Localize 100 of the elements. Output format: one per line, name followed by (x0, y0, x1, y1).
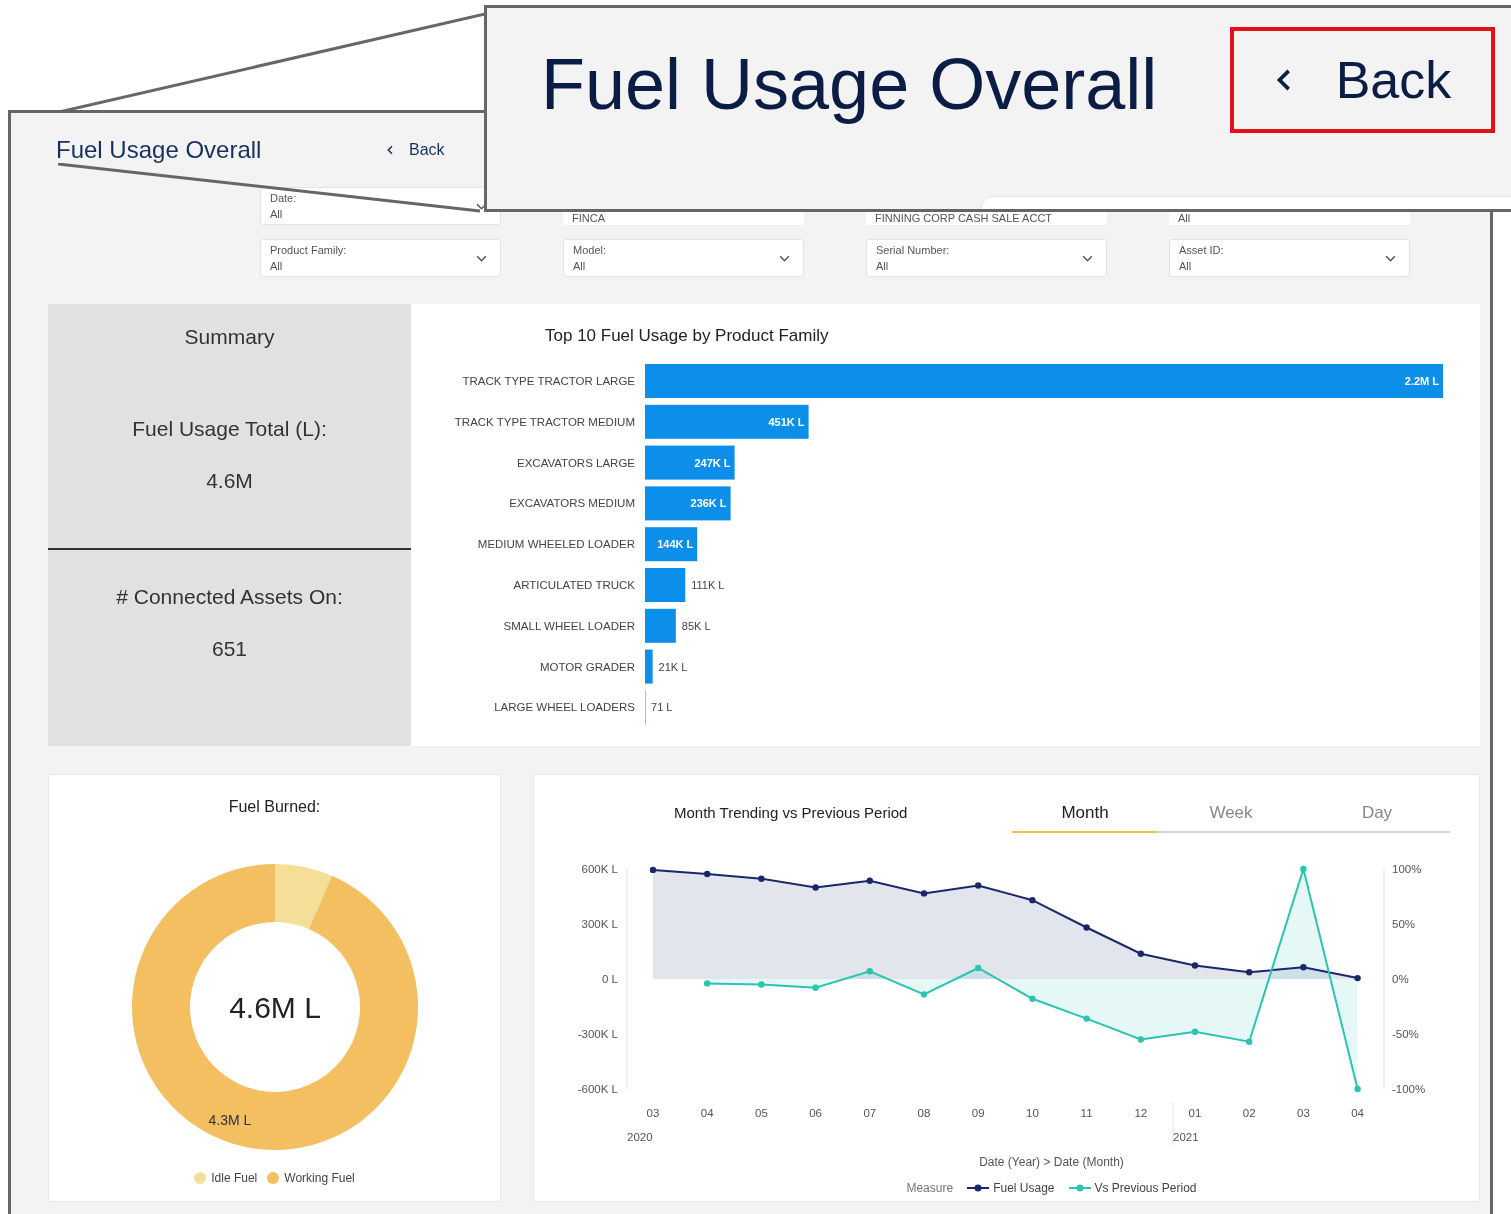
chevron-left-icon (386, 144, 395, 156)
point (1354, 1085, 1361, 1093)
tick-label: 02 (1242, 1107, 1256, 1119)
slice-label: 4.3M L (208, 1112, 251, 1128)
tick-label: 50% (1392, 918, 1416, 930)
category-label: EXCAVATORS LARGE (517, 456, 635, 469)
point (704, 870, 711, 878)
bar (645, 527, 698, 562)
point (812, 984, 819, 991)
point (704, 980, 711, 987)
point (1083, 1015, 1090, 1022)
year-label: 2020 (627, 1131, 653, 1143)
bar-value-label: 111K L (691, 579, 725, 591)
tick-label: 08 (917, 1107, 931, 1119)
tick-label: 300K L (581, 918, 618, 930)
category-label: SMALL WHEEL LOADER (503, 619, 635, 632)
tab[interactable]: Day (1304, 803, 1450, 833)
callout-title: Fuel Usage Overall (541, 43, 1158, 126)
filter-dropdown[interactable]: Serial Number: All (866, 239, 1107, 277)
point (1029, 896, 1036, 904)
category-label: LARGE WHEEL LOADERS (494, 701, 635, 714)
point (649, 866, 657, 874)
tick-label: 04 (1351, 1107, 1364, 1119)
chart-title: Top 10 Fuel Usage by Product Family (545, 326, 830, 346)
point (975, 882, 982, 889)
filter-label: Asset ID: (1179, 243, 1224, 258)
tick-label: 600K L (581, 863, 618, 875)
tick-label: 06 (809, 1107, 822, 1119)
tick-label: 07 (863, 1107, 877, 1119)
legend-line-icon (967, 1183, 990, 1193)
category-label: ARTICULATED TRUCK (513, 579, 635, 591)
point (920, 991, 928, 998)
bar-value-label: 451K L (768, 415, 805, 428)
filter-value: All (270, 259, 284, 274)
category-label: MEDIUM WHEELED LOADER (477, 538, 635, 551)
bar-value-label: 247K L (694, 456, 731, 469)
tab[interactable]: Week (1158, 803, 1304, 833)
category-label: TRACK TYPE TRACTOR MEDIUM (454, 415, 635, 428)
tick-label: 100% (1392, 863, 1422, 875)
point (1246, 1038, 1253, 1045)
tick-label: 11 (1080, 1107, 1093, 1119)
year-label: 2021 (1173, 1131, 1199, 1143)
donut-center-value: 4.6M L (228, 991, 321, 1024)
tick-label: 05 (755, 1107, 768, 1119)
bar-value-label: 236K L (690, 497, 727, 510)
tick-label: 03 (1297, 1107, 1310, 1119)
point (812, 884, 819, 891)
point (1191, 962, 1199, 969)
filter-label: Model: (573, 243, 607, 258)
bar (645, 568, 686, 602)
bar-value-label: 21K L (658, 660, 688, 673)
bar-value-label: 144K L (657, 538, 694, 551)
filter-dropdown[interactable]: Product Family: All (260, 239, 501, 277)
filter-value: All (270, 207, 284, 222)
filter-value: FINNING CORP CASH SALE ACCT (875, 212, 1053, 225)
summary-title: Summary (184, 324, 275, 350)
filter-dropdown[interactable]: Model: All (563, 239, 804, 277)
point (1083, 924, 1090, 931)
bar (645, 649, 653, 684)
legend-label: Fuel Usage (993, 1181, 1055, 1195)
tick-label: 0 L (602, 973, 618, 985)
filter-value: All (1178, 212, 1191, 225)
point (1191, 1028, 1199, 1035)
point (1300, 964, 1307, 971)
point (758, 875, 765, 882)
bar (645, 608, 676, 643)
point (975, 964, 982, 972)
legend-line-icon (1068, 1183, 1091, 1193)
point (1137, 950, 1144, 957)
tick-label: 01 (1188, 1107, 1202, 1119)
category-label: EXCAVATORS MEDIUM (509, 497, 635, 510)
filter-value: All (573, 259, 587, 274)
filter-dropdown[interactable]: Asset ID: All (1169, 239, 1410, 277)
filter-label: Product Family: (270, 243, 347, 258)
tab[interactable]: Month (1012, 803, 1158, 833)
bar-value-label: 71 L (651, 701, 673, 714)
bar-value-label: 85K L (681, 619, 711, 632)
legend-label: Working Fuel (284, 1171, 355, 1185)
point (1246, 969, 1253, 976)
tick-label: -300K L (577, 1028, 618, 1040)
filter-value: All (1179, 259, 1193, 274)
category-label: TRACK TYPE TRACTOR LARGE (462, 375, 635, 387)
tick-label: -100% (1392, 1083, 1426, 1095)
metric-value: 651 (211, 636, 247, 662)
point (758, 981, 765, 988)
tick-label: -50% (1392, 1028, 1419, 1040)
filter-value: FINCA (572, 212, 605, 225)
filter-label: Serial Number: (876, 243, 950, 258)
chart-title: Fuel Burned: (228, 797, 321, 817)
legend-title: Measure (906, 1181, 954, 1195)
point (1354, 974, 1361, 982)
metric-label: Fuel Usage Total (L): (132, 416, 327, 442)
axis-title: Date (Year) > Date (Month) (978, 1155, 1125, 1169)
back-button[interactable]: Back (1273, 50, 1452, 110)
filter-label: Date: (270, 191, 297, 206)
point (1137, 1036, 1144, 1043)
point (1300, 865, 1307, 873)
back-button[interactable]: Back (382, 139, 449, 161)
legend-label: Vs Previous Period (1094, 1181, 1197, 1195)
tick-label: 09 (971, 1107, 985, 1119)
